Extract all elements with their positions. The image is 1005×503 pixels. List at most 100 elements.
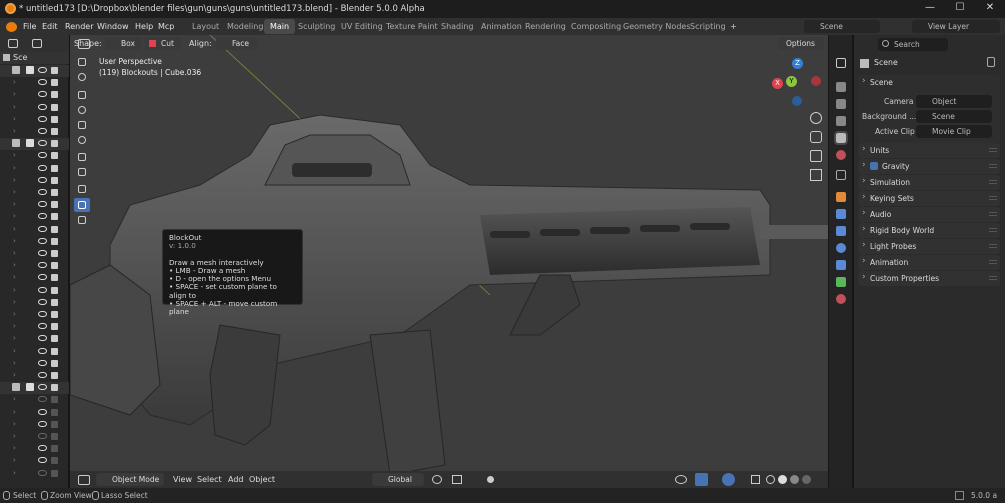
camera-render-icon[interactable] <box>51 140 58 148</box>
material-tab-icon[interactable] <box>836 294 846 304</box>
eye-visibility-icon[interactable] <box>38 176 47 183</box>
eye-visibility-icon[interactable] <box>38 445 47 452</box>
camera-render-icon[interactable] <box>51 335 58 343</box>
menu-file[interactable]: File <box>23 22 36 31</box>
gizmo-neg-z[interactable] <box>792 96 802 106</box>
outliner-object-row[interactable]: › <box>0 260 69 272</box>
outliner-object-row[interactable]: › <box>0 455 69 467</box>
outliner-object-row[interactable]: › <box>0 126 69 138</box>
outliner-object-row[interactable]: › <box>0 285 69 297</box>
world-tab-icon[interactable] <box>836 150 846 160</box>
gravity-checkbox[interactable] <box>870 162 878 170</box>
expand-arrow-icon[interactable]: › <box>13 371 16 379</box>
rotate-tool[interactable] <box>74 103 90 117</box>
outliner-object-row[interactable]: › <box>0 407 69 419</box>
eye-visibility-icon[interactable] <box>38 274 47 281</box>
expand-arrow-icon[interactable]: › <box>13 261 16 269</box>
gizmo-y-axis[interactable]: Y <box>786 76 797 87</box>
camera-render-icon[interactable] <box>51 433 58 440</box>
expand-arrow-icon[interactable]: › <box>13 420 16 428</box>
drag-handle-icon[interactable] <box>989 244 997 248</box>
outliner-object-row[interactable]: › <box>0 77 69 89</box>
expand-arrow-icon[interactable]: › <box>13 298 16 306</box>
tab-shading[interactable]: Shading <box>435 19 480 34</box>
menu-mcp[interactable]: Mcp <box>158 22 174 31</box>
camera-render-icon[interactable] <box>51 189 58 196</box>
blender-menu-icon[interactable] <box>6 22 17 32</box>
editor-type-icon[interactable] <box>8 39 18 48</box>
display-mode-icon[interactable] <box>32 39 42 48</box>
eye-visibility-icon[interactable] <box>38 140 47 147</box>
annotate-tool[interactable] <box>74 150 90 164</box>
expand-arrow-icon[interactable]: › <box>13 200 16 208</box>
exclude-checkbox[interactable] <box>26 139 34 148</box>
drag-handle-icon[interactable] <box>989 196 997 200</box>
eye-visibility-icon[interactable] <box>38 91 47 98</box>
eye-visibility-icon[interactable] <box>38 311 47 317</box>
camera-render-icon[interactable] <box>51 250 58 257</box>
camera-render-icon[interactable] <box>51 201 58 209</box>
outliner-object-row[interactable]: › <box>0 394 69 406</box>
camera-render-icon[interactable] <box>51 298 58 306</box>
panel-audio[interactable]: Audio <box>858 207 1000 222</box>
outliner-object-row[interactable]: › <box>0 114 69 126</box>
expand-arrow-icon[interactable]: › <box>13 249 16 257</box>
expand-arrow-icon[interactable]: › <box>13 359 16 367</box>
expand-arrow-icon[interactable]: › <box>13 151 16 159</box>
shape-select[interactable]: Box <box>105 37 141 50</box>
grid-perspective-icon[interactable] <box>810 169 822 181</box>
expand-arrow-icon[interactable]: › <box>13 237 16 245</box>
exclude-checkbox[interactable] <box>26 383 34 392</box>
expand-arrow-icon[interactable]: › <box>13 225 16 233</box>
eye-visibility-icon[interactable] <box>38 420 47 427</box>
eye-visibility-icon[interactable] <box>38 79 47 86</box>
outliner-object-row[interactable]: › <box>0 150 69 162</box>
camera-render-icon[interactable] <box>51 152 58 160</box>
camera-render-icon[interactable] <box>51 103 58 111</box>
eye-visibility-icon[interactable] <box>38 237 47 244</box>
scene-tab-icon[interactable] <box>834 131 848 145</box>
expand-arrow-icon[interactable]: › <box>13 127 16 135</box>
camera-render-icon[interactable] <box>51 115 58 123</box>
camera-field[interactable]: Object <box>916 95 992 108</box>
drag-handle-icon[interactable] <box>989 164 997 168</box>
eye-visibility-icon[interactable] <box>38 408 47 415</box>
material-shading-icon[interactable] <box>790 475 799 484</box>
constraints-tab-icon[interactable] <box>836 260 846 270</box>
camera-render-icon[interactable] <box>51 359 58 367</box>
panel-simulation[interactable]: Simulation <box>858 175 1000 190</box>
camera-render-icon[interactable] <box>51 372 58 379</box>
camera-render-icon[interactable] <box>51 176 58 184</box>
camera-render-icon[interactable] <box>51 384 58 392</box>
outliner-object-row[interactable]: › <box>0 468 69 480</box>
camera-render-icon[interactable] <box>51 408 58 416</box>
outliner-object-row[interactable]: › <box>0 236 69 248</box>
panel-rigid-body-world[interactable]: Rigid Body World <box>858 223 1000 238</box>
physics-tab-icon[interactable] <box>836 243 846 253</box>
background-field[interactable]: Scene <box>916 110 992 123</box>
gizmo-x-axis[interactable]: X <box>772 78 783 89</box>
outliner-object-row[interactable]: › <box>0 102 69 114</box>
expand-arrow-icon[interactable]: › <box>13 334 16 342</box>
mode-select[interactable]: Object Mode <box>96 473 164 486</box>
outliner-object-row[interactable]: › <box>0 297 69 309</box>
eye-visibility-icon[interactable] <box>38 335 47 342</box>
eye-visibility-icon[interactable] <box>38 164 47 171</box>
camera-view-icon[interactable] <box>810 150 822 162</box>
outliner-collection-row[interactable] <box>0 138 69 151</box>
eye-visibility-icon[interactable] <box>38 286 47 293</box>
eye-visibility-icon[interactable] <box>38 359 47 366</box>
hand-pan-icon[interactable] <box>810 131 822 143</box>
pivot-icon[interactable] <box>432 475 442 484</box>
pin-icon[interactable] <box>987 57 995 67</box>
outliner-object-row[interactable]: › <box>0 248 69 260</box>
camera-render-icon[interactable] <box>51 396 58 404</box>
object-tab-icon[interactable] <box>836 192 846 202</box>
menu-select[interactable]: Select <box>197 475 222 484</box>
align-select[interactable]: Face <box>216 37 258 50</box>
add-workspace-button[interactable]: + <box>724 19 743 34</box>
scene-selector[interactable]: Scene <box>804 20 880 33</box>
outliner-scene-row[interactable]: Sce <box>0 52 69 64</box>
eye-visibility-icon[interactable] <box>38 225 47 232</box>
gizmo-toggle-icon[interactable] <box>695 473 708 486</box>
